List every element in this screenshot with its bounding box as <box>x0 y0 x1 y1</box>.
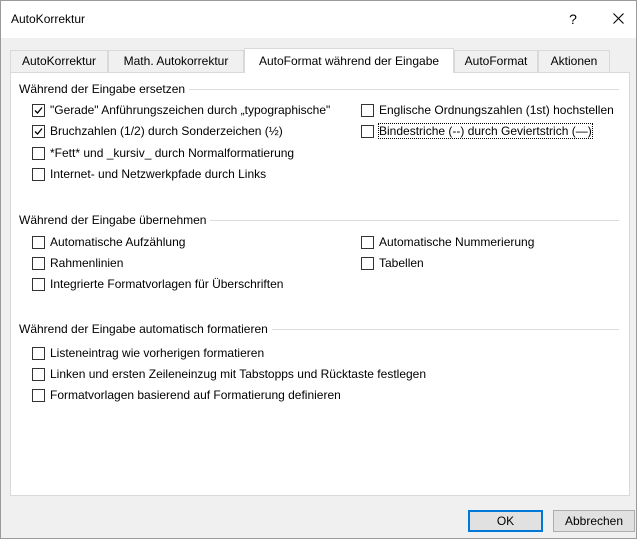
option-auto-numbering[interactable]: Automatische Nummerierung <box>361 234 534 250</box>
option-label: Integrierte Formatvorlagen für Überschri… <box>50 277 284 291</box>
option-dashes[interactable]: Bindestriche (--) durch Geviertstrich (—… <box>361 123 593 139</box>
option-borders[interactable]: Rahmenlinien <box>32 255 123 271</box>
checkbox[interactable] <box>361 103 374 117</box>
tab-panel: Während der Eingabe ersetzen "Gerade" An… <box>10 72 630 496</box>
option-label: "Gerade" Anführungszeichen durch „typogr… <box>50 103 331 117</box>
option-define-styles[interactable]: Formatvorlagen basierend auf Formatierun… <box>32 387 341 403</box>
option-label: Listeneintrag wie vorherigen formatieren <box>50 346 265 360</box>
option-list-format[interactable]: Listeneintrag wie vorherigen formatieren <box>32 345 264 361</box>
close-button[interactable] <box>607 8 629 30</box>
tab-autokorrektur[interactable]: AutoKorrektur <box>10 50 108 72</box>
checkbox[interactable] <box>361 256 374 270</box>
checkbox[interactable] <box>32 146 45 160</box>
option-label: Rahmenlinien <box>50 256 124 270</box>
checkbox[interactable] <box>32 103 45 117</box>
tab-autoformat-waehrend-eingabe[interactable]: AutoFormat während der Eingabe <box>244 48 454 73</box>
option-label: Bindestriche (--) durch Geviertstrich (—… <box>378 123 593 139</box>
option-fractions[interactable]: Bruchzahlen (1/2) durch Sonderzeichen (½… <box>32 123 283 139</box>
tab-autoformat[interactable]: AutoFormat <box>454 50 538 72</box>
help-button[interactable]: ? <box>563 9 583 29</box>
option-label: Bruchzahlen (1/2) durch Sonderzeichen (½… <box>50 124 283 138</box>
close-icon <box>612 13 624 24</box>
section-title-apply: Während der Eingabe übernehmen <box>19 213 211 227</box>
option-smart-quotes[interactable]: "Gerade" Anführungszeichen durch „typogr… <box>32 102 330 118</box>
option-label: Automatische Nummerierung <box>379 235 535 249</box>
checkbox[interactable] <box>32 277 45 291</box>
checkbox[interactable] <box>32 235 45 249</box>
option-bold-italic[interactable]: *Fett* und _kursiv_ durch Normalformatie… <box>32 145 294 161</box>
checkmark-icon <box>34 106 43 114</box>
option-label: Automatische Aufzählung <box>50 235 186 249</box>
option-auto-bullets[interactable]: Automatische Aufzählung <box>32 234 185 250</box>
option-tables[interactable]: Tabellen <box>361 255 424 271</box>
tab-math-autokorrektur[interactable]: Math. Autokorrektur <box>108 50 244 72</box>
autokorrektur-dialog: AutoKorrektur ? AutoKorrektur Math. Auto… <box>0 0 637 539</box>
cancel-button[interactable]: Abbrechen <box>553 510 635 532</box>
option-ordinals[interactable]: Englische Ordnungszahlen (1st) hochstell… <box>361 102 614 118</box>
checkmark-icon <box>34 127 43 135</box>
checkbox[interactable] <box>32 346 45 360</box>
option-label: Tabellen <box>379 256 424 270</box>
option-label: Internet- und Netzwerkpfade durch Links <box>50 167 267 181</box>
option-label: Linken und ersten Zeileneinzug mit Tabst… <box>50 367 427 381</box>
checkbox[interactable] <box>32 367 45 381</box>
option-indent-tabs[interactable]: Linken und ersten Zeileneinzug mit Tabst… <box>32 366 426 382</box>
option-label: Formatvorlagen basierend auf Formatierun… <box>50 388 341 402</box>
checkbox[interactable] <box>32 388 45 402</box>
checkbox[interactable] <box>32 256 45 270</box>
tab-aktionen[interactable]: Aktionen <box>538 50 610 72</box>
checkbox[interactable] <box>32 167 45 181</box>
checkbox[interactable] <box>361 235 374 249</box>
window-title: AutoKorrektur <box>11 12 86 26</box>
section-title-auto-format: Während der Eingabe automatisch formatie… <box>19 322 272 336</box>
title-bar: AutoKorrektur ? <box>1 1 636 38</box>
ok-button[interactable]: OK <box>468 510 543 532</box>
option-label: Englische Ordnungszahlen (1st) hochstell… <box>379 103 614 117</box>
checkbox[interactable] <box>361 124 374 138</box>
option-heading-styles[interactable]: Integrierte Formatvorlagen für Überschri… <box>32 276 283 292</box>
section-title-replace: Während der Eingabe ersetzen <box>19 82 190 96</box>
checkbox[interactable] <box>32 124 45 138</box>
option-label: *Fett* und _kursiv_ durch Normalformatie… <box>50 146 295 160</box>
option-internet-links[interactable]: Internet- und Netzwerkpfade durch Links <box>32 166 266 182</box>
